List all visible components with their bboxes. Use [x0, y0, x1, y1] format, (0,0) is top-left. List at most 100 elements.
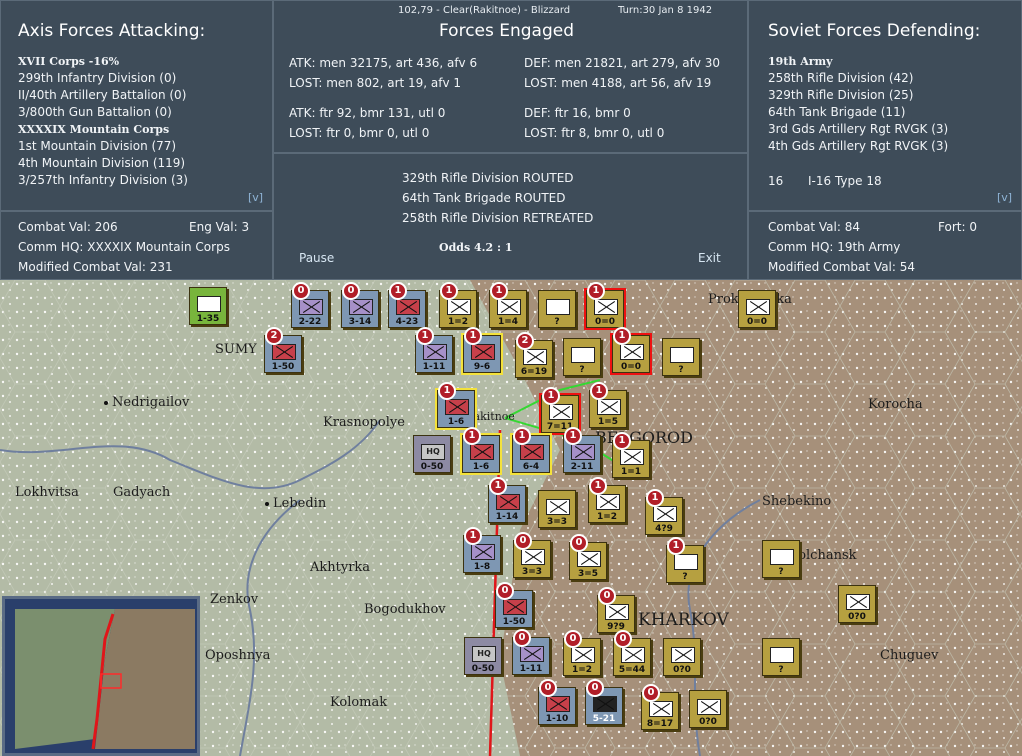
unit-type-icon — [653, 506, 677, 522]
movement-badge: 1 — [464, 527, 482, 545]
movement-badge: 0 — [514, 532, 532, 550]
town-label: Shebekino — [762, 494, 832, 509]
movement-badge: 1 — [464, 327, 482, 345]
unit-type-icon — [571, 647, 595, 663]
def-air-lost: LOST: ftr 8, bmr 0, utl 0 — [524, 126, 665, 140]
unit-type-icon — [445, 399, 469, 415]
axis-expand-button[interactable]: [v] — [248, 191, 263, 204]
unit-strength: 1=4 — [497, 317, 519, 327]
soviet-unit-row[interactable]: 19th Army — [768, 54, 833, 69]
unit-type-icon — [523, 349, 547, 365]
movement-badge: 1 — [463, 427, 481, 445]
unit-counter[interactable]: HQ 0-50 — [413, 435, 451, 473]
unit-type-icon — [846, 594, 870, 610]
unit-type-icon — [620, 344, 644, 360]
unit-type-icon — [272, 344, 296, 360]
soviet-unit-row[interactable]: 258th Rifle Division (42) — [768, 71, 913, 86]
soviet-expand-button[interactable]: [v] — [997, 191, 1012, 204]
unit-strength: 0=0 — [594, 317, 616, 327]
soviet-unit-row[interactable]: 64th Tank Brigade (11) — [768, 105, 905, 120]
unit-type-icon — [697, 699, 721, 715]
unit-strength: ? — [778, 665, 784, 675]
unit-strength: ? — [682, 572, 688, 582]
movement-badge: 1 — [489, 477, 507, 495]
soviet-unit-row[interactable]: 4th Gds Artillery Rgt RVGK (3) — [768, 139, 948, 154]
unit-counter[interactable]: HQ 0-50 — [464, 637, 502, 675]
soviet-title: Soviet Forces Defending: — [768, 21, 981, 41]
unit-strength: 3=5 — [577, 569, 599, 579]
unit-strength: 1-14 — [495, 512, 519, 522]
unit-type-icon — [447, 299, 471, 315]
forces-engaged-box: Forces Engaged ATK: men 32175, art 436, … — [273, 0, 748, 153]
movement-badge: 0 — [614, 630, 632, 648]
unit-strength: 1=2 — [447, 317, 469, 327]
unit-counter[interactable]: 0?0 — [838, 585, 876, 623]
unit-type-icon — [670, 347, 694, 363]
axis-unit-row[interactable]: XVII Corps -16% — [18, 54, 119, 69]
unit-type-icon — [605, 604, 629, 620]
unit-strength: 1-50 — [502, 617, 526, 627]
movement-badge: 0 — [496, 582, 514, 600]
soviet-unit-row[interactable]: 329th Rifle Division (25) — [768, 88, 913, 103]
movement-badge: 0 — [642, 684, 660, 702]
unit-counter[interactable]: ? — [563, 338, 601, 376]
town-label: Akhtyrka — [310, 560, 371, 575]
unit-type-icon — [571, 347, 595, 363]
atk-ground-lost: LOST: men 802, art 19, afv 1 — [289, 76, 462, 90]
unit-counter[interactable]: ? — [662, 338, 700, 376]
soviet-summary-box: Combat Val: 84 Fort: 0 Comm HQ: 19th Arm… — [748, 211, 1022, 280]
axis-unit-row[interactable]: 4th Mountain Division (119) — [18, 156, 185, 171]
soviet-comm-hq: Comm HQ: 19th Army — [768, 240, 901, 254]
exit-button[interactable]: Exit — [698, 251, 721, 265]
pause-button[interactable]: Pause — [299, 251, 334, 265]
unit-counter[interactable]: ? — [762, 540, 800, 578]
unit-strength: 3-14 — [348, 317, 372, 327]
unit-strength: 5=44 — [618, 665, 646, 675]
axis-unit-row[interactable]: 1st Mountain Division (77) — [18, 139, 176, 154]
unit-type-icon — [497, 299, 521, 315]
unit-strength: 0=0 — [620, 362, 642, 372]
unit-type-icon — [471, 344, 495, 360]
unit-counter[interactable]: 3=3 — [538, 490, 576, 528]
unit-type-icon — [577, 551, 601, 567]
unit-type-icon — [503, 599, 527, 615]
unit-strength: 6=19 — [520, 367, 548, 377]
unit-type-icon — [546, 499, 570, 515]
movement-badge: 1 — [389, 282, 407, 300]
minimap[interactable] — [2, 596, 200, 756]
movement-badge: 1 — [564, 427, 582, 445]
movement-badge: 2 — [265, 327, 283, 345]
town-label: Lebedin — [265, 496, 326, 511]
unit-type-icon — [620, 449, 644, 465]
unit-counter[interactable]: 1-35 — [189, 287, 227, 325]
unit-type-icon — [396, 299, 420, 315]
movement-badge: 0 — [570, 534, 588, 552]
game-map[interactable]: SUMY Nedrigailov Krasnopolye Lokhvitsa G… — [0, 280, 1022, 756]
unit-counter[interactable]: ? — [762, 638, 800, 676]
axis-unit-row[interactable]: 299th Infantry Division (0) — [18, 71, 176, 86]
unit-counter[interactable]: ? — [538, 290, 576, 328]
town-label: Bogodukhov — [364, 602, 446, 617]
axis-unit-row[interactable]: 3/257th Infantry Division (3) — [18, 173, 188, 188]
unit-counter[interactable]: 0?0 — [663, 638, 701, 676]
unit-type-icon — [470, 444, 494, 460]
unit-strength: 1-6 — [472, 462, 490, 472]
unit-strength: 4?9 — [655, 524, 673, 534]
unit-counter[interactable]: 0?0 — [689, 690, 727, 728]
axis-unit-row[interactable]: 3/800th Gun Battalion (0) — [18, 105, 172, 120]
axis-modified-val: Modified Combat Val: 231 — [18, 260, 173, 274]
combat-results-box: 329th Rifle Division ROUTED 64th Tank Br… — [273, 153, 748, 280]
movement-badge: 1 — [490, 282, 508, 300]
axis-unit-row[interactable]: II/40th Artillery Battalion (0) — [18, 88, 186, 103]
unit-strength: 1-11 — [422, 362, 446, 372]
movement-badge: 0 — [342, 282, 360, 300]
axis-unit-row[interactable]: XXXXIX Mountain Corps — [18, 122, 169, 137]
unit-type-icon — [197, 296, 221, 312]
unit-counter[interactable]: 0=0 — [738, 290, 776, 328]
unit-strength: 3=3 — [546, 517, 568, 527]
soviet-unit-row[interactable]: 3rd Gds Artillery Rgt RVGK (3) — [768, 122, 948, 137]
unit-type-icon — [770, 549, 794, 565]
unit-strength: ? — [678, 365, 684, 375]
unit-strength: 9?9 — [607, 622, 625, 632]
soviet-fort: Fort: 0 — [938, 220, 977, 234]
